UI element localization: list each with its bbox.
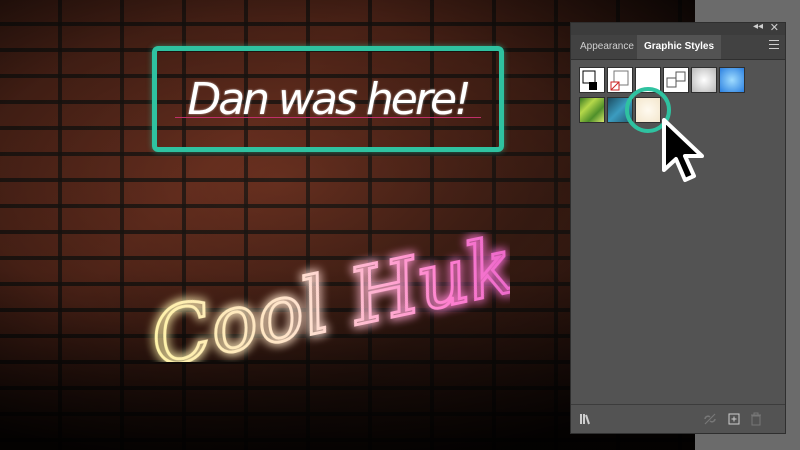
hamburger-menu-icon[interactable]: [769, 40, 779, 49]
panel-tab-bar: Appearance Graphic Styles: [571, 35, 785, 60]
swatch-gray-gradient-style[interactable]: [691, 67, 717, 93]
swatch-default-black-stroke-style[interactable]: [579, 67, 605, 93]
collapse-panel-icon[interactable]: ◂◂: [753, 21, 763, 32]
graphic-styles-panel: ◂◂ ✕ Appearance Graphic Styles: [570, 21, 786, 434]
new-style-icon[interactable]: [727, 412, 741, 426]
close-panel-icon[interactable]: ✕: [770, 21, 779, 34]
panel-footer: [571, 404, 785, 433]
delete-style-icon[interactable]: [749, 412, 763, 426]
graphic-styles-libraries-icon[interactable]: [579, 412, 593, 426]
text-baseline: [175, 117, 481, 118]
neon-script-text: Cool Huk!: [142, 232, 510, 362]
panel-title-bar[interactable]: ◂◂ ✕: [571, 21, 785, 35]
tab-appearance[interactable]: Appearance: [573, 35, 641, 59]
swatch-green-texture-style[interactable]: [579, 97, 605, 123]
tab-graphic-styles[interactable]: Graphic Styles: [637, 35, 722, 59]
neon-script-label: Cool Huk!: [143, 232, 510, 362]
neon-frame: Dan was here!: [152, 46, 504, 152]
swatch-blue-glow-style[interactable]: [719, 67, 745, 93]
swatch-double-square-style[interactable]: [663, 67, 689, 93]
mouse-pointer-icon: [662, 118, 704, 182]
swatch-no-stroke-style[interactable]: [607, 67, 633, 93]
break-link-icon[interactable]: [703, 412, 717, 426]
headline-text: Dan was here!: [187, 73, 471, 125]
